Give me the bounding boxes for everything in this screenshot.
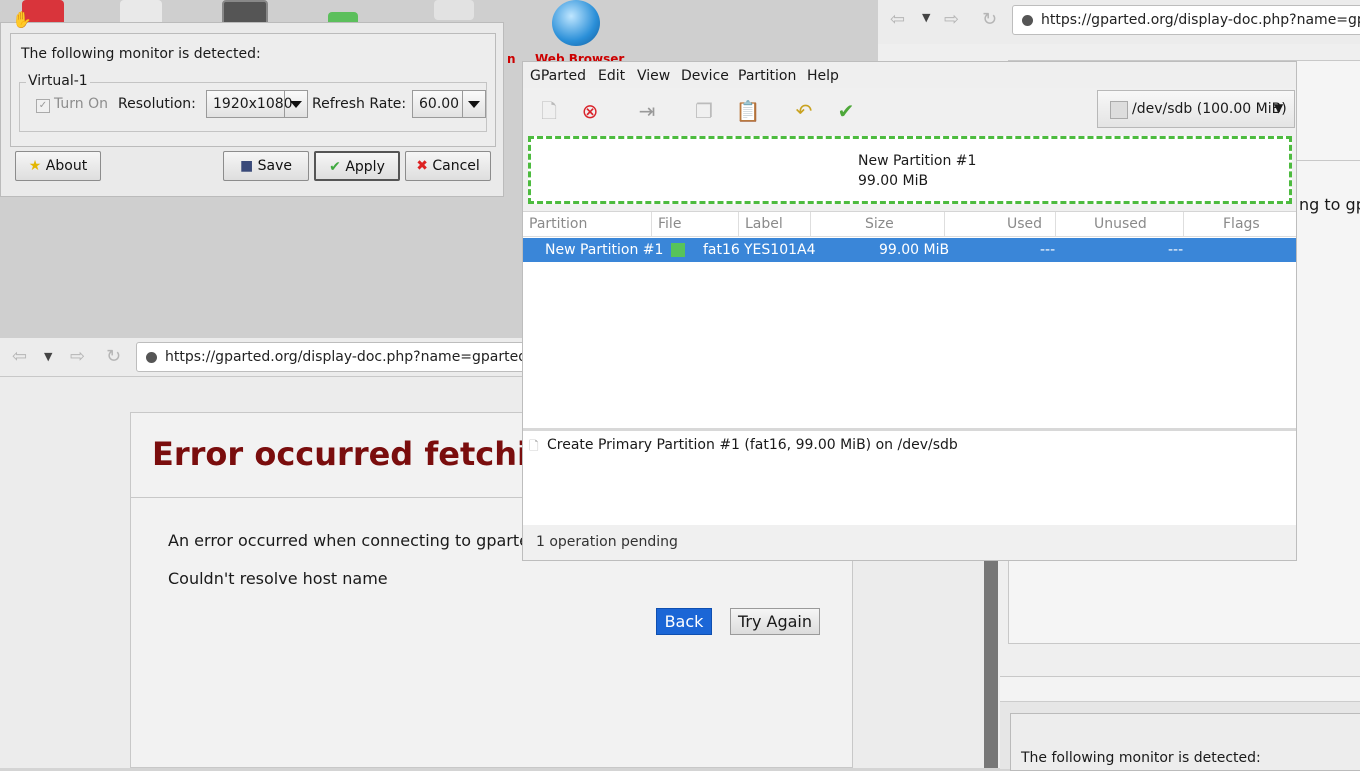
- row-size: 99.00 MiB: [879, 242, 950, 258]
- refresh-rate-value: 60.00: [419, 96, 460, 112]
- checkmark-icon: ✔: [329, 159, 341, 175]
- column-file-system[interactable]: File System: [652, 212, 739, 256]
- forward-icon[interactable]: ⇨: [944, 9, 959, 30]
- reload-icon[interactable]: ↻: [106, 346, 121, 367]
- monitor-dialog-back: The following monitor is detected:: [1000, 676, 1360, 771]
- new-document-icon: 🗋: [529, 439, 539, 453]
- disk-icon: [1110, 101, 1128, 119]
- error-title: Error occurred fetching: [152, 435, 574, 473]
- dialog-frame: The following monitor is detected: Virtu…: [10, 33, 496, 147]
- about-label: About: [45, 158, 88, 174]
- column-flags[interactable]: Flags: [1184, 212, 1296, 236]
- device-selector[interactable]: /dev/sdb (100.00 MiB) ▼: [1097, 90, 1295, 128]
- new-partition-icon[interactable]: 🗋: [536, 98, 562, 124]
- resolution-label: Resolution:: [118, 96, 196, 112]
- apply-all-icon[interactable]: ✔: [833, 98, 859, 124]
- undo-icon[interactable]: ↶: [791, 98, 817, 124]
- refresh-rate-select[interactable]: 60.00: [412, 90, 486, 118]
- back-icon[interactable]: ⇦: [12, 346, 27, 367]
- forward-icon[interactable]: ⇨: [70, 346, 85, 367]
- menu-device[interactable]: Device: [681, 68, 729, 84]
- reload-icon[interactable]: ↻: [982, 9, 997, 30]
- column-partition[interactable]: Partition: [523, 212, 652, 236]
- graph-partition-size: 99.00 MiB: [858, 173, 929, 189]
- graph-partition-name: New Partition #1: [858, 153, 977, 169]
- back-icon[interactable]: ⇦: [890, 9, 905, 30]
- site-info-icon[interactable]: [146, 352, 157, 363]
- monitor-group-title: Virtual-1: [26, 73, 90, 89]
- apply-label: Apply: [345, 159, 385, 175]
- apply-button[interactable]: ✔ Apply: [314, 151, 400, 181]
- window-edge: [984, 560, 998, 768]
- delete-icon[interactable]: ⊗: [577, 98, 603, 124]
- copy-icon[interactable]: ❐: [691, 98, 717, 124]
- cancel-label: Cancel: [432, 158, 480, 174]
- status-text: 1 operation pending: [536, 534, 678, 550]
- filesystem-color-swatch: [671, 243, 685, 257]
- detected-text: The following monitor is detected:: [21, 46, 261, 62]
- monitor-group: Virtual-1 ✓ Turn On Resolution: 1920x108…: [19, 73, 487, 132]
- resolution-select[interactable]: 1920x1080: [206, 90, 308, 118]
- desktop-label-fragment: n: [507, 52, 516, 66]
- error-text-fragment: ng to gp: [1299, 195, 1360, 214]
- paste-icon[interactable]: 📋: [735, 98, 761, 124]
- row-filesystem: fat16: [703, 242, 740, 258]
- file-icon[interactable]: [434, 0, 474, 20]
- column-size[interactable]: Size: [811, 212, 945, 236]
- error-detail: Couldn't resolve host name: [168, 569, 388, 588]
- dialog-titlebar: [1000, 677, 1360, 702]
- url-text: https://gparted.org/display-doc.php?name…: [165, 349, 576, 365]
- operations-pane: 🗋 Create Primary Partition #1 (fat16, 99…: [523, 428, 1296, 525]
- chevron-down-icon[interactable]: ▼: [1274, 101, 1283, 115]
- device-selector-label: /dev/sdb (100.00 MiB): [1132, 101, 1287, 117]
- save-button[interactable]: ■ Save: [223, 151, 309, 181]
- star-icon: ★: [28, 158, 42, 174]
- history-dropdown-icon[interactable]: ▼: [922, 11, 930, 24]
- hand-cursor-icon: ✋: [12, 10, 32, 29]
- menu-gparted[interactable]: GParted: [530, 68, 586, 84]
- error-message: An error occurred when connecting to gpa…: [168, 531, 540, 550]
- operation-item[interactable]: Create Primary Partition #1 (fat16, 99.0…: [547, 437, 958, 453]
- cancel-button[interactable]: ✖ Cancel: [405, 151, 491, 181]
- resize-move-icon[interactable]: ⇥: [634, 98, 660, 124]
- row-label: YES101A4: [744, 242, 816, 258]
- url-field[interactable]: https://gparted.org/display-doc.php?name…: [1012, 5, 1360, 35]
- web-browser-icon[interactable]: [552, 0, 600, 46]
- monitor-dialog: The following monitor is detected: Virtu…: [0, 22, 504, 197]
- history-dropdown-icon[interactable]: ▼: [44, 350, 52, 363]
- turn-on-label: Turn On: [54, 96, 109, 112]
- table-row[interactable]: New Partition #1 fat16 YES101A4 99.00 Mi…: [523, 238, 1296, 262]
- partition-graph[interactable]: New Partition #1 99.00 MiB: [528, 136, 1292, 204]
- row-unused: ---: [1168, 242, 1184, 258]
- url-toolbar: ⇦ ▼ ⇨ ↻ https://gparted.org/display-doc.…: [878, 0, 1360, 45]
- menu-partition[interactable]: Partition: [738, 68, 796, 84]
- column-unused[interactable]: Unused: [1056, 212, 1184, 236]
- close-icon: ✖: [416, 158, 428, 174]
- site-info-icon[interactable]: [1022, 15, 1033, 26]
- chevron-down-icon[interactable]: [462, 91, 485, 117]
- turn-on-checkbox[interactable]: ✓: [36, 99, 50, 113]
- menu-help[interactable]: Help: [807, 68, 839, 84]
- dialog-content: The following monitor is detected:: [1010, 713, 1360, 771]
- row-used: ---: [1040, 242, 1056, 258]
- gparted-window: GParted Edit View Device Partition Help …: [522, 61, 1297, 561]
- resolution-value: 1920x1080: [213, 96, 293, 112]
- menu-edit[interactable]: Edit: [598, 68, 625, 84]
- about-button[interactable]: ★ About: [15, 151, 101, 181]
- column-label[interactable]: Label: [739, 212, 811, 236]
- back-button[interactable]: Back: [656, 608, 712, 635]
- detected-text-back: The following monitor is detected:: [1021, 750, 1261, 766]
- save-label: Save: [257, 158, 293, 174]
- url-text: https://gparted.org/display-doc.php?name…: [1041, 12, 1360, 28]
- floppy-icon: ■: [239, 158, 254, 174]
- table-header: Partition File System Label Size Used Un…: [523, 212, 1296, 256]
- menu-view[interactable]: View: [637, 68, 670, 84]
- chevron-down-icon[interactable]: [284, 91, 307, 117]
- partition-table: Partition File System Label Size Used Un…: [523, 211, 1296, 428]
- try-again-button[interactable]: Try Again: [730, 608, 820, 635]
- refresh-rate-label: Refresh Rate:: [312, 96, 407, 112]
- row-partition: New Partition #1: [545, 242, 664, 258]
- column-used[interactable]: Used: [945, 212, 1056, 236]
- menu-bar: GParted Edit View Device Partition Help: [523, 62, 1296, 88]
